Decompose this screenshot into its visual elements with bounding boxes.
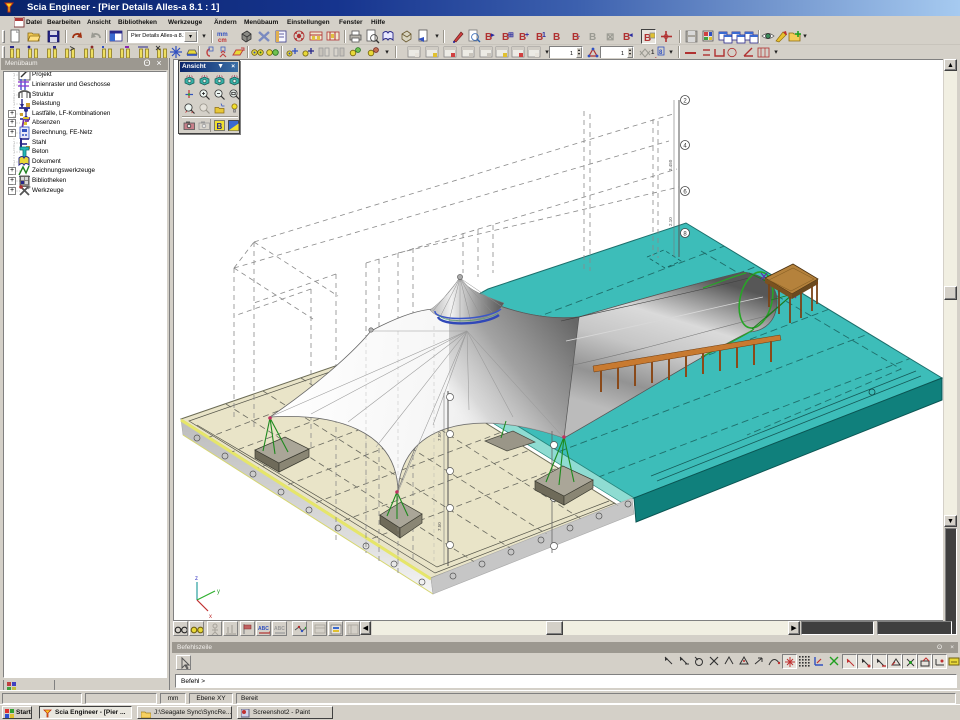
svg-text:⊞: ⊞ (508, 32, 514, 39)
svg-text:+: + (525, 32, 529, 39)
svg-text:B: B (553, 32, 560, 43)
svg-text:z: z (195, 576, 198, 582)
svg-text:.: . (578, 32, 580, 39)
svg-text:B: B (589, 32, 596, 43)
svg-text:◂: ◂ (628, 32, 633, 39)
svg-text:7.50: 7.50 (437, 432, 442, 441)
svg-text:x: x (209, 614, 212, 620)
svg-text:+: + (268, 631, 271, 636)
svg-text:3.450: 3.450 (668, 159, 673, 171)
svg-text:2.10: 2.10 (668, 217, 673, 226)
svg-text:B: B (217, 122, 223, 131)
svg-text:1: 1 (542, 32, 546, 39)
svg-text:⊠: ⊠ (606, 32, 614, 43)
svg-text:▸: ▸ (490, 32, 495, 39)
svg-text:7.50: 7.50 (437, 522, 442, 531)
svg-text:ABC: ABC (274, 626, 285, 632)
svg-text:y: y (217, 589, 220, 595)
